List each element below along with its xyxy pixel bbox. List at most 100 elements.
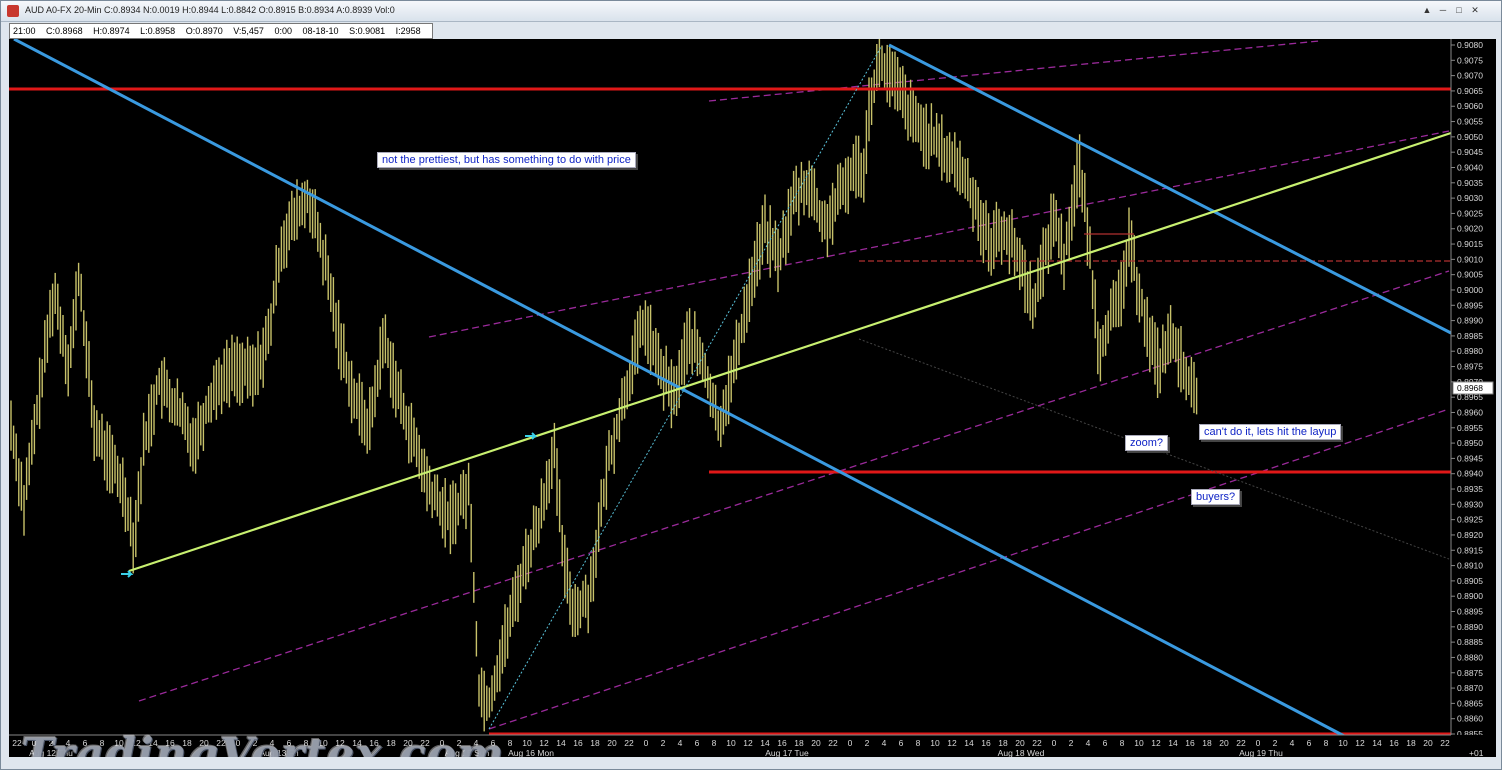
data-volume: V:5,457 <box>233 26 264 36</box>
price-label: 0.8915 <box>1457 545 1483 555</box>
hour-tick: 4 <box>1086 738 1091 748</box>
hour-tick: 2 <box>1069 738 1074 748</box>
price-label: 0.8875 <box>1457 668 1483 678</box>
hour-tick: 18 <box>998 738 1008 748</box>
hour-tick: 18 <box>1406 738 1416 748</box>
hour-tick: 20 <box>1219 738 1229 748</box>
hour-tick: 14 <box>556 738 566 748</box>
hour-tick: 14 <box>760 738 770 748</box>
price-label: 0.8995 <box>1457 300 1483 310</box>
hour-tick: 12 <box>947 738 957 748</box>
price-chart[interactable]: 0.9080 0.9075 0.9070 0.9065 0.9060 0.9055 0.90… <box>9 39 1496 757</box>
trendline <box>128 131 1452 573</box>
hour-tick: 20 <box>811 738 821 748</box>
price-label: 0.8985 <box>1457 331 1483 341</box>
hour-tick: 8 <box>916 738 921 748</box>
hour-tick: 6 <box>695 738 700 748</box>
price-label: 0.9010 <box>1457 254 1483 264</box>
hour-tick: 8 <box>1324 738 1329 748</box>
hour-tick: 12 <box>1151 738 1161 748</box>
chart-window: AUD A0-FX 20-Min C:0.8934 N:0.0019 H:0.8… <box>0 0 1502 770</box>
hour-tick: 18 <box>794 738 804 748</box>
hour-tick: 10 <box>522 738 532 748</box>
pitchfork-line <box>708 40 1320 102</box>
arrow-marker <box>121 570 134 578</box>
price-label: 0.8910 <box>1457 561 1483 571</box>
price-label: 0.8930 <box>1457 499 1483 509</box>
price-label: 0.8980 <box>1457 346 1483 356</box>
price-label: 0.9030 <box>1457 193 1483 203</box>
annotation-layup: can't do it, lets hit the layup <box>1199 424 1342 440</box>
hour-tick: 4 <box>882 738 887 748</box>
price-label: 0.8920 <box>1457 530 1483 540</box>
day-label: Aug 19 Thu <box>1239 748 1283 757</box>
title-bar: AUD A0-FX 20-Min C:0.8934 N:0.0019 H:0.8… <box>1 1 1501 22</box>
price-label: 0.8975 <box>1457 362 1483 372</box>
hour-tick: 14 <box>1168 738 1178 748</box>
channel-lower-line <box>13 39 1370 751</box>
hour-tick: 0 <box>1052 738 1057 748</box>
hour-tick: 2 <box>865 738 870 748</box>
price-label: 0.9050 <box>1457 132 1483 142</box>
price-label: 0.9065 <box>1457 86 1483 96</box>
hour-tick: 0 <box>1256 738 1261 748</box>
hour-tick: 16 <box>1185 738 1195 748</box>
price-label: 0.9020 <box>1457 224 1483 234</box>
hour-tick: 16 <box>1389 738 1399 748</box>
hour-tick: 10 <box>1134 738 1144 748</box>
day-label: Aug 17 Tue <box>765 748 809 757</box>
price-label: 0.8870 <box>1457 683 1483 693</box>
hour-tick: 10 <box>930 738 940 748</box>
price-label: 0.8880 <box>1457 652 1483 662</box>
price-label: 0.8940 <box>1457 469 1483 479</box>
price-label: 0.8900 <box>1457 591 1483 601</box>
hour-tick: 6 <box>1307 738 1312 748</box>
data-time: 21:00 <box>13 26 36 36</box>
hour-tick: 6 <box>1103 738 1108 748</box>
price-label: 0.8945 <box>1457 453 1483 463</box>
hour-tick: 10 <box>726 738 736 748</box>
hour-tick: 12 <box>1355 738 1365 748</box>
hour-tick: 2 <box>1273 738 1278 748</box>
pitchfork-line <box>488 408 1450 730</box>
chart-canvas[interactable]: 0.9080 0.9075 0.9070 0.9065 0.9060 0.9055 0.90… <box>9 39 1496 757</box>
price-label: 0.9040 <box>1457 162 1483 172</box>
hour-tick: 6 <box>899 738 904 748</box>
hour-tick: 8 <box>508 738 513 748</box>
hour-tick: 22 <box>624 738 634 748</box>
maximize-button[interactable]: □ <box>1453 5 1465 16</box>
data-tick: 0:00 <box>274 26 292 36</box>
annotation-price-note: not the prettiest, but has something to … <box>377 152 636 168</box>
hour-tick: 16 <box>573 738 583 748</box>
hour-tick: 18 <box>1202 738 1212 748</box>
hour-tick: 4 <box>678 738 683 748</box>
price-label: 0.9000 <box>1457 285 1483 295</box>
watermark-logo: TradingVortex.com <box>21 729 505 757</box>
minimize-button[interactable]: ─ <box>1437 5 1449 16</box>
current-price-label: 0.8968 <box>1457 383 1483 393</box>
price-label: 0.8895 <box>1457 607 1483 617</box>
price-label: 0.9060 <box>1457 101 1483 111</box>
data-i: I:2958 <box>395 26 421 36</box>
hour-tick: 2 <box>661 738 666 748</box>
data-high: H:0.8974 <box>93 26 130 36</box>
hour-tick: 16 <box>777 738 787 748</box>
price-label: 0.8935 <box>1457 484 1483 494</box>
data-open: O:0.8970 <box>185 26 223 36</box>
close-button[interactable]: ✕ <box>1469 5 1481 16</box>
price-label: 0.8860 <box>1457 714 1483 724</box>
hour-tick: 0 <box>848 738 853 748</box>
price-label: 0.9075 <box>1457 55 1483 65</box>
data-date: 08-18-10 <box>302 26 339 36</box>
price-label: 0.9055 <box>1457 117 1483 127</box>
price-label: 0.8905 <box>1457 576 1483 586</box>
annotation-zoom: zoom? <box>1125 435 1169 451</box>
data-window: 21:00 C:0.8968 H:0.8974 L:0.8958 O:0.897… <box>9 23 433 39</box>
price-label: 0.8885 <box>1457 637 1483 647</box>
hour-tick: 22 <box>1236 738 1246 748</box>
window-title: AUD A0-FX 20-Min C:0.8934 N:0.0019 H:0.8… <box>25 5 395 15</box>
hour-tick: 20 <box>1423 738 1433 748</box>
day-label: Aug 18 Wed <box>998 748 1045 757</box>
price-label: 0.9025 <box>1457 208 1483 218</box>
scroll-up-button[interactable]: ▲ <box>1421 5 1433 16</box>
